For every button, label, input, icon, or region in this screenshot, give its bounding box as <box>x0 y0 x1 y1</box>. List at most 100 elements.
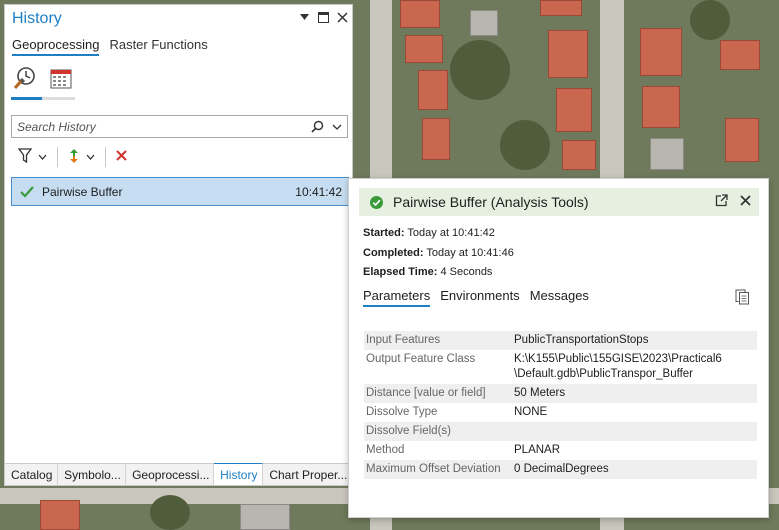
tab-raster-functions[interactable]: Raster Functions <box>109 37 207 56</box>
elapsed-row: Elapsed Time: 4 Seconds <box>363 263 514 283</box>
search-icon[interactable] <box>307 120 327 133</box>
elapsed-label: Elapsed Time: <box>363 266 438 278</box>
parameters-table: Input Features PublicTransportationStops … <box>364 331 757 479</box>
started-value: Today at 10:41:42 <box>407 227 495 239</box>
tab-geoprocessing[interactable]: Geoprocessing <box>12 37 100 56</box>
parameter-value: PublicTransportationStops <box>512 331 757 350</box>
map-building <box>470 10 498 36</box>
elapsed-value: 4 Seconds <box>440 266 493 278</box>
dock-tab-strip: Catalog Symbolo... Geoprocessi... Histor… <box>5 463 352 485</box>
map-tree <box>500 120 550 170</box>
map-building <box>556 88 592 132</box>
tab-parameters[interactable]: Parameters <box>363 288 431 307</box>
parameter-value <box>512 422 757 441</box>
map-building <box>405 35 443 63</box>
parameter-name: Input Features <box>364 331 512 350</box>
map-building <box>418 70 448 110</box>
map-building <box>400 0 440 28</box>
toolbar-divider <box>105 147 106 167</box>
map-building <box>640 28 682 76</box>
map-building <box>725 118 759 162</box>
delete-icon <box>116 150 127 164</box>
parameter-row: Method PLANAR <box>364 441 757 460</box>
map-building <box>650 138 684 170</box>
parameter-name: Distance [value or field] <box>364 384 512 403</box>
details-actions <box>715 194 759 210</box>
close-icon[interactable] <box>336 11 348 23</box>
map-building <box>562 140 596 170</box>
filter-button[interactable] <box>15 147 50 167</box>
map-building <box>540 0 582 16</box>
completed-row: Completed: Today at 10:41:46 <box>363 244 514 264</box>
parameter-value: K:\K155\Public\155GISE\2023\Practical6 \… <box>514 353 722 380</box>
parameter-name: Maximum Offset Deviation <box>364 460 512 479</box>
completed-label: Completed: <box>363 246 424 259</box>
search-input[interactable] <box>12 116 307 137</box>
sort-button[interactable] <box>65 147 98 167</box>
dock-tab-history[interactable]: History <box>214 463 264 485</box>
parameter-name: Dissolve Field(s) <box>364 422 512 441</box>
history-clock-icon[interactable] <box>12 65 38 91</box>
sort-icon <box>68 148 80 167</box>
run-info: Started: Today at 10:41:42 Completed: To… <box>363 224 514 283</box>
success-check-icon <box>12 185 42 198</box>
parameter-value: PLANAR <box>514 444 561 456</box>
map-building <box>548 30 588 78</box>
started-label: Started: <box>363 227 405 239</box>
parameter-row: Input Features PublicTransportationStops <box>364 331 757 350</box>
close-icon[interactable] <box>740 195 751 209</box>
parameter-row: Maximum Offset Deviation 0 DecimalDegrees <box>364 460 757 479</box>
parameter-name: Method <box>366 444 405 456</box>
toolbar-divider <box>57 147 58 167</box>
tool-details-popup: Pairwise Buffer (Analysis Tools) Started… <box>348 178 769 518</box>
parameter-value: 50 Meters <box>512 384 757 403</box>
completed-value: Today at 10:41:46 <box>426 246 514 259</box>
details-header: Pairwise Buffer (Analysis Tools) <box>359 188 759 216</box>
map-building <box>422 118 450 160</box>
view-toggle-indicator <box>11 97 75 100</box>
history-toolbar <box>15 147 130 167</box>
search-box <box>11 115 348 138</box>
calendar-icon[interactable] <box>48 65 74 91</box>
success-circle-icon <box>359 195 393 209</box>
details-title: Pairwise Buffer (Analysis Tools) <box>393 194 589 210</box>
open-external-icon[interactable] <box>715 194 728 210</box>
map-building <box>240 504 290 530</box>
parameter-name: Dissolve Type <box>366 406 438 418</box>
history-item-time: 10:41:42 <box>295 184 342 199</box>
chevron-down-icon[interactable] <box>327 124 347 130</box>
parameter-row: Dissolve Field(s) <box>364 422 757 441</box>
maximize-icon[interactable] <box>317 11 329 23</box>
dock-tab-symbology[interactable]: Symbolo... <box>58 464 127 485</box>
copy-icon[interactable] <box>735 289 750 308</box>
dock-tab-catalog[interactable]: Catalog <box>5 464 59 485</box>
parameter-row: Distance [value or field] 50 Meters <box>364 384 757 403</box>
map-tree <box>450 40 510 100</box>
history-item[interactable]: Pairwise Buffer 10:41:42 <box>11 177 349 206</box>
dock-tab-chart-properties[interactable]: Chart Proper... <box>263 464 352 485</box>
view-toggle-row <box>12 65 74 91</box>
tab-messages[interactable]: Messages <box>530 288 589 307</box>
chevron-down-icon <box>86 152 95 163</box>
parameter-name: Output Feature Class <box>366 353 476 365</box>
history-item-name: Pairwise Buffer <box>42 184 123 199</box>
parameter-row: Dissolve Type NONE <box>364 403 757 422</box>
map-building <box>642 86 680 128</box>
details-tabs: Parameters Environments Messages <box>363 288 589 307</box>
map-building <box>720 40 760 70</box>
chevron-down-icon <box>38 152 47 163</box>
pane-title: History <box>12 10 62 27</box>
parameter-row: Output Feature Class K:\K155\Public\155GI… <box>364 350 757 384</box>
history-pane: History Geoprocessing Raster Functions S… <box>4 4 353 486</box>
history-subtabs: Geoprocessing Raster Functions <box>12 37 208 56</box>
map-tree <box>150 495 190 530</box>
map-tree <box>690 0 730 40</box>
tab-environments[interactable]: Environments <box>440 288 519 307</box>
chevron-down-icon[interactable] <box>298 11 310 23</box>
filter-icon <box>17 147 33 167</box>
started-row: Started: Today at 10:41:42 <box>363 224 514 244</box>
parameter-value: 0 DecimalDegrees <box>512 460 757 479</box>
dock-tab-geoprocessing[interactable]: Geoprocessi... <box>126 464 215 485</box>
delete-button[interactable] <box>113 147 130 167</box>
map-building <box>40 500 80 530</box>
